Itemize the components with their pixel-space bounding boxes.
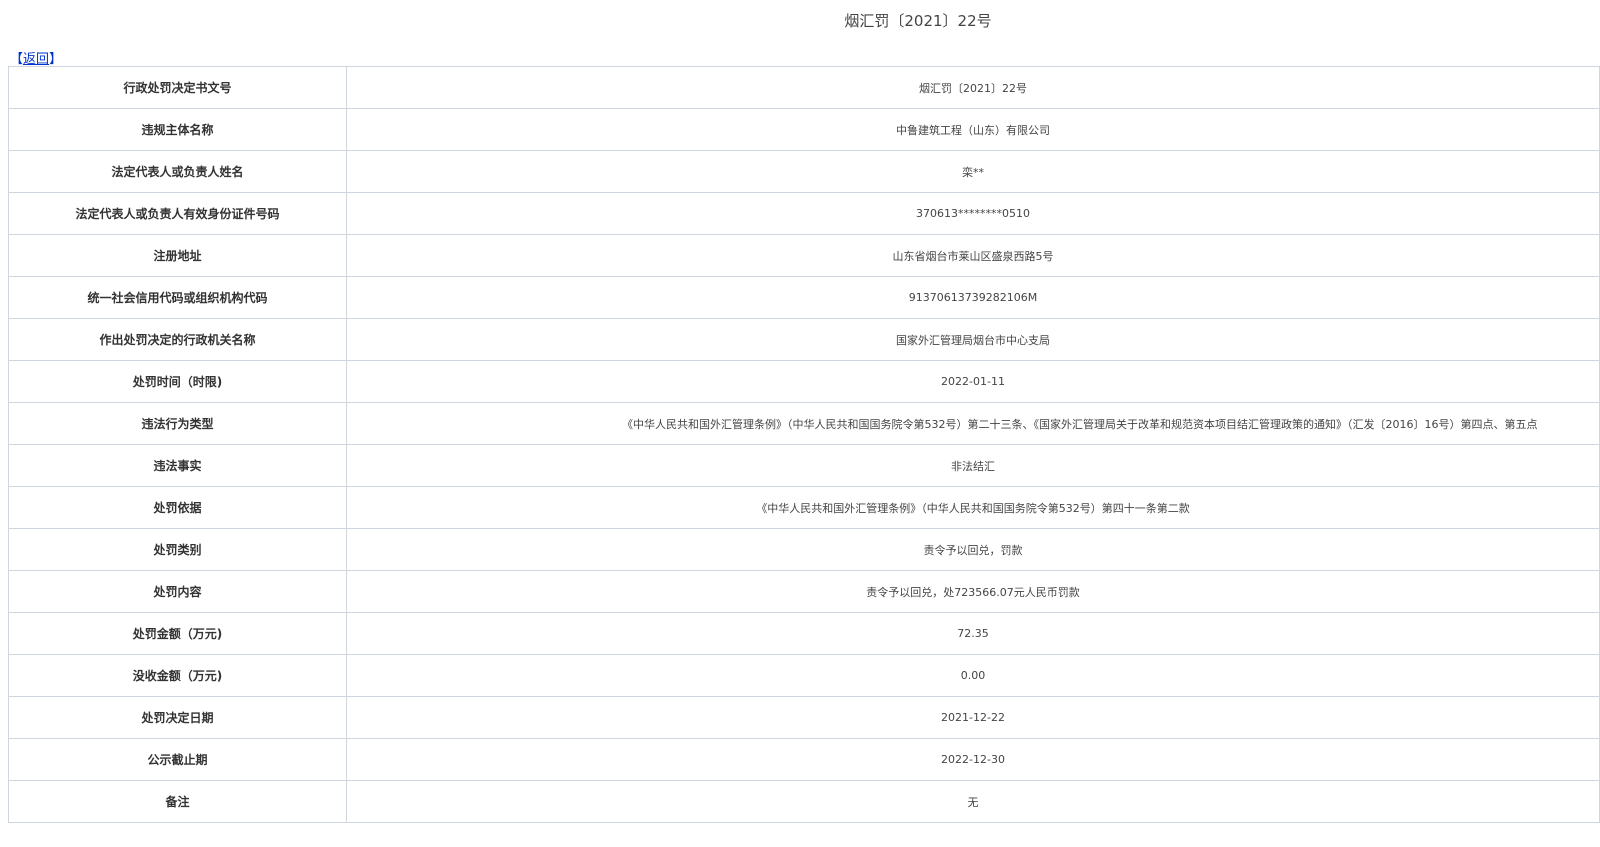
table-row: 处罚依据 《中华人民共和国外汇管理条例》（中华人民共和国国务院令第532号）第四… [8, 486, 1600, 529]
row-value: 0.00 [346, 654, 1600, 697]
row-value: 2022-01-11 [346, 360, 1600, 403]
row-value: 非法结汇 [346, 444, 1600, 487]
table-row: 处罚决定日期 2021-12-22 [8, 696, 1600, 739]
row-label: 处罚金额（万元) [8, 612, 347, 655]
row-value-text: 2021-12-22 [941, 711, 1005, 724]
row-label: 违规主体名称 [8, 108, 347, 151]
back-link-close-bracket: 】 [49, 52, 63, 67]
row-value-text: 国家外汇管理局烟台市中心支局 [896, 333, 1050, 347]
row-label: 处罚依据 [8, 486, 347, 529]
row-value: 2021-12-22 [346, 696, 1600, 739]
row-label: 没收金额（万元) [8, 654, 347, 697]
row-value: 《中华人民共和国外汇管理条例》（中华人民共和国国务院令第532号）第四十一条第二… [346, 486, 1600, 529]
row-value-text: 《中华人民共和国外汇管理条例》（中华人民共和国国务院令第532号）第四十一条第二… [756, 501, 1190, 515]
table-row: 行政处罚决定书文号 烟汇罚〔2021〕22号 [8, 66, 1600, 109]
row-value: 370613********0510 [346, 192, 1600, 235]
row-label: 处罚时间（时限) [8, 360, 347, 403]
penalty-detail-table: 行政处罚决定书文号 烟汇罚〔2021〕22号 违规主体名称 中鲁建筑工程（山东）… [8, 66, 1600, 823]
table-row: 违法行为类型 《中华人民共和国外汇管理条例》（中华人民共和国国务院令第532号）… [8, 402, 1600, 445]
row-value-text: 责令予以回兑，罚款 [923, 543, 1023, 557]
table-row: 备注 无 [8, 780, 1600, 823]
row-value: 责令予以回兑，处723566.07元人民币罚款 [346, 570, 1600, 613]
row-value: 《中华人民共和国外汇管理条例》（中华人民共和国国务院令第532号）第二十三条、《… [346, 402, 1600, 445]
table-row: 作出处罚决定的行政机关名称 国家外汇管理局烟台市中心支局 [8, 318, 1600, 361]
row-label: 违法事实 [8, 444, 347, 487]
row-label: 行政处罚决定书文号 [8, 66, 347, 109]
row-value: 91370613739282106M [346, 276, 1600, 319]
row-label: 法定代表人或负责人姓名 [8, 150, 347, 193]
row-value-text: 山东省烟台市莱山区盛泉西路5号 [892, 249, 1054, 263]
row-label: 注册地址 [8, 234, 347, 277]
row-value: 72.35 [346, 612, 1600, 655]
table-row: 注册地址 山东省烟台市莱山区盛泉西路5号 [8, 234, 1600, 277]
back-link-open-bracket: 【 [10, 52, 24, 67]
row-value: 中鲁建筑工程（山东）有限公司 [346, 108, 1600, 151]
row-value: 烟汇罚〔2021〕22号 [346, 66, 1600, 109]
row-value: 栾** [346, 150, 1600, 193]
row-label: 违法行为类型 [8, 402, 347, 445]
table-row: 处罚时间（时限) 2022-01-11 [8, 360, 1600, 403]
row-label: 处罚内容 [8, 570, 347, 613]
row-value-text: 中鲁建筑工程（山东）有限公司 [896, 123, 1050, 137]
table-row: 处罚金额（万元) 72.35 [8, 612, 1600, 655]
row-label: 处罚类别 [8, 528, 347, 571]
row-label: 处罚决定日期 [8, 696, 347, 739]
row-value: 无 [346, 780, 1600, 823]
table-row: 处罚内容 责令予以回兑，处723566.07元人民币罚款 [8, 570, 1600, 613]
row-value-text: 责令予以回兑，处723566.07元人民币罚款 [866, 585, 1080, 599]
row-value-text: 370613********0510 [916, 207, 1030, 220]
table-row: 法定代表人或负责人有效身份证件号码 370613********0510 [8, 192, 1600, 235]
row-value-text: 无 [967, 795, 979, 809]
row-value-text: 91370613739282106M [908, 291, 1038, 304]
row-value-text: 烟汇罚〔2021〕22号 [919, 81, 1027, 95]
row-label: 法定代表人或负责人有效身份证件号码 [8, 192, 347, 235]
row-value: 2022-12-30 [346, 738, 1600, 781]
table-row: 违法事实 非法结汇 [8, 444, 1600, 487]
row-value-text: 2022-12-30 [941, 753, 1005, 766]
table-row: 公示截止期 2022-12-30 [8, 738, 1600, 781]
table-row: 违规主体名称 中鲁建筑工程（山东）有限公司 [8, 108, 1600, 151]
row-label: 公示截止期 [8, 738, 347, 781]
back-link-label[interactable]: 返回 [23, 52, 49, 67]
row-value-text: 0.00 [960, 669, 986, 682]
row-value-text: 72.35 [957, 627, 989, 640]
row-label: 作出处罚决定的行政机关名称 [8, 318, 347, 361]
table-row: 处罚类别 责令予以回兑，罚款 [8, 528, 1600, 571]
table-row: 统一社会信用代码或组织机构代码 91370613739282106M [8, 276, 1600, 319]
back-link[interactable]: 【返回】 [10, 48, 62, 67]
row-value: 山东省烟台市莱山区盛泉西路5号 [346, 234, 1600, 277]
table-row: 法定代表人或负责人姓名 栾** [8, 150, 1600, 193]
row-value: 责令予以回兑，罚款 [346, 528, 1600, 571]
row-value-text: 2022-01-11 [941, 375, 1005, 388]
table-row: 没收金额（万元) 0.00 [8, 654, 1600, 697]
row-value-text: 《中华人民共和国外汇管理条例》（中华人民共和国国务院令第532号）第二十三条、《… [622, 417, 1538, 431]
row-label: 统一社会信用代码或组织机构代码 [8, 276, 347, 319]
row-value-text: 非法结汇 [951, 459, 995, 473]
row-value-text: 栾** [962, 165, 984, 179]
row-value: 国家外汇管理局烟台市中心支局 [346, 318, 1600, 361]
page-title: 烟汇罚〔2021〕22号 [844, 12, 992, 30]
row-label: 备注 [8, 780, 347, 823]
